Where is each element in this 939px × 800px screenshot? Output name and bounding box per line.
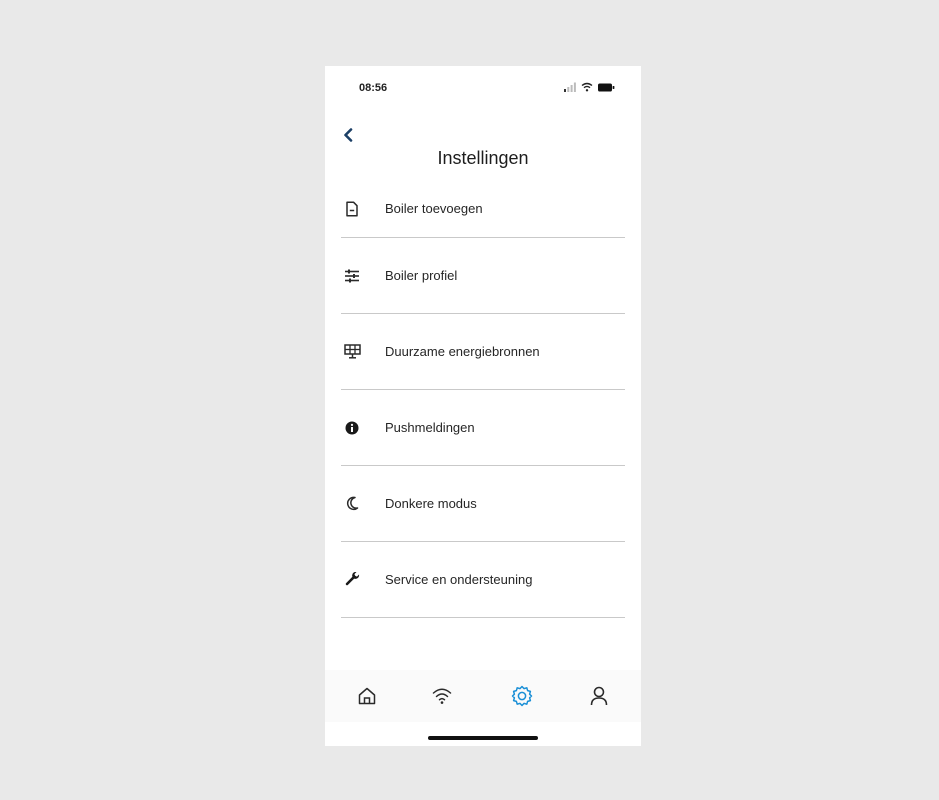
solar-panel-icon — [343, 343, 361, 361]
document-icon — [343, 200, 361, 218]
menu-item-label: Pushmeldingen — [385, 420, 475, 435]
menu-item-label: Donkere modus — [385, 496, 477, 511]
home-indicator — [428, 736, 538, 740]
sliders-icon — [343, 267, 361, 285]
status-bar: 08:56 — [325, 66, 641, 110]
chevron-left-icon — [344, 128, 353, 142]
status-icons — [564, 81, 615, 93]
wifi-status-icon — [581, 82, 593, 92]
menu-item-boiler-toevoegen[interactable]: Boiler toevoegen — [341, 180, 625, 238]
back-button[interactable] — [339, 124, 357, 146]
home-icon — [358, 687, 376, 705]
tab-home[interactable] — [353, 682, 381, 710]
status-time: 08:56 — [359, 82, 388, 94]
menu-item-pushmeldingen[interactable]: Pushmeldingen — [341, 390, 625, 466]
menu-item-donkere-modus[interactable]: Donkere modus — [341, 466, 625, 542]
user-icon — [590, 686, 608, 706]
menu-item-service-en-ondersteuning[interactable]: Service en ondersteuning — [341, 542, 625, 618]
settings-menu: Boiler toevoegen Boiler profiel Duurzame… — [341, 180, 625, 618]
page-title: Instellingen — [437, 148, 529, 168]
menu-item-boiler-profiel[interactable]: Boiler profiel — [341, 238, 625, 314]
wrench-icon — [343, 571, 361, 589]
menu-item-duurzame-energiebronnen[interactable]: Duurzame energiebronnen — [341, 314, 625, 390]
menu-item-label: Boiler toevoegen — [385, 201, 483, 216]
battery-icon — [598, 83, 615, 91]
menu-item-label: Service en ondersteuning — [385, 572, 533, 587]
info-icon — [343, 419, 361, 437]
menu-item-label: Boiler profiel — [385, 268, 458, 283]
wifi-icon — [432, 688, 452, 704]
tab-profile[interactable] — [585, 682, 613, 710]
phone-screen: 08:56 Instellingen Boiler toevoegen Boil… — [325, 66, 641, 746]
bottom-tab-bar — [325, 670, 641, 722]
menu-item-label: Duurzame energiebronnen — [385, 344, 540, 359]
tab-wifi[interactable] — [428, 682, 456, 710]
settings-icon — [511, 685, 533, 707]
cellular-signal-icon — [564, 82, 576, 92]
tab-settings[interactable] — [508, 682, 536, 710]
moon-icon — [343, 495, 361, 513]
